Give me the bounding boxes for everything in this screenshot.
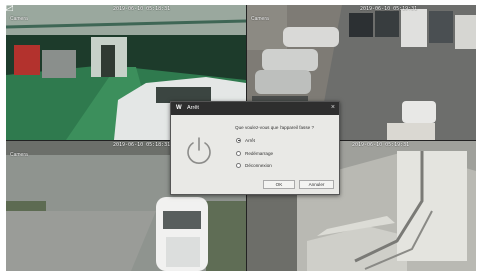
radio-logout[interactable] (236, 162, 241, 168)
dialog-question: Que voulez-vous que l'appareil fasse ? (235, 125, 315, 130)
radio-restart[interactable] (236, 150, 241, 156)
camera-3-label: Camera (10, 152, 28, 158)
option-logout[interactable]: Déconnexion (236, 161, 272, 169)
shutdown-dialog: W Arrêt × Que voulez-vous que l'appareil… (170, 101, 340, 195)
dialog-title-bar: W Arrêt × (171, 102, 339, 115)
camera-2-timestamp: 2019-06-10 05:19:31 (360, 6, 418, 12)
camera-1-timestamp: 2019-06-10 05:18:31 (113, 6, 171, 12)
surveillance-screen: 2019-06-10 05:18:31 Camera 2019-06-10 05… (6, 5, 476, 271)
camera-3-timestamp: 2019-06-10 05:18:31 (113, 142, 171, 148)
option-logout-label: Déconnexion (245, 162, 272, 168)
camera-menu-icon[interactable] (6, 5, 13, 11)
camera-2-label: Camera (251, 16, 269, 22)
radio-shutdown[interactable] (236, 137, 241, 143)
option-restart[interactable]: Redémarrage (236, 149, 273, 157)
app-logo-icon: W (176, 105, 182, 111)
ok-button[interactable]: OK (263, 180, 295, 189)
option-shutdown-label: Arrêt (245, 137, 255, 143)
camera-1-label: Camera (10, 16, 28, 22)
cancel-button[interactable]: Annuler (299, 180, 334, 189)
power-icon (187, 137, 211, 164)
option-restart-label: Redémarrage (245, 150, 274, 156)
close-icon[interactable]: × (331, 104, 335, 112)
camera-4-timestamp: 2019-06-10 05:19:31 (352, 142, 410, 148)
option-shutdown[interactable]: Arrêt (236, 136, 255, 144)
dialog-title: Arrêt (187, 105, 199, 111)
